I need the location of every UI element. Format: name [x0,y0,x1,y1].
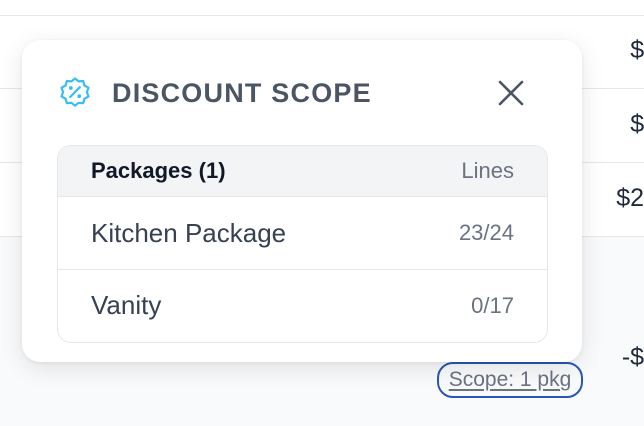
price-cell: $23 [616,184,644,212]
packages-table: Packages (1) Lines Kitchen Package 23/24… [57,145,548,343]
table-divider [0,15,644,16]
package-lines-count: 0/17 [471,292,514,318]
discount-badge-icon [58,76,92,110]
lines-header-label: Lines [461,158,514,183]
discount-amount: -$3 [621,343,644,371]
package-lines-count: 23/24 [458,220,514,245]
close-icon [498,80,524,106]
popover-header: DISCOUNT SCOPE [58,76,546,110]
package-name: Kitchen Package [91,217,287,248]
price-cell: $0 [630,36,644,64]
packages-table-header: Packages (1) Lines [58,146,547,197]
scope-link[interactable]: Scope: 1 pkg [437,362,583,398]
package-row[interactable]: Kitchen Package 23/24 [58,197,547,269]
package-row[interactable]: Vanity 0/17 [58,269,547,341]
package-name: Vanity [91,290,162,320]
packages-header-label: Packages (1) [91,158,226,183]
popover-title: DISCOUNT SCOPE [112,77,372,108]
price-cell: $0 [630,110,644,138]
close-button[interactable] [496,78,526,108]
discount-scope-popover: DISCOUNT SCOPE Packages (1) Lines Kitche… [22,40,582,362]
page: $0 $0 $23 -$3 Scope: 1 pkg DISCOUNT SCOP… [0,0,644,426]
